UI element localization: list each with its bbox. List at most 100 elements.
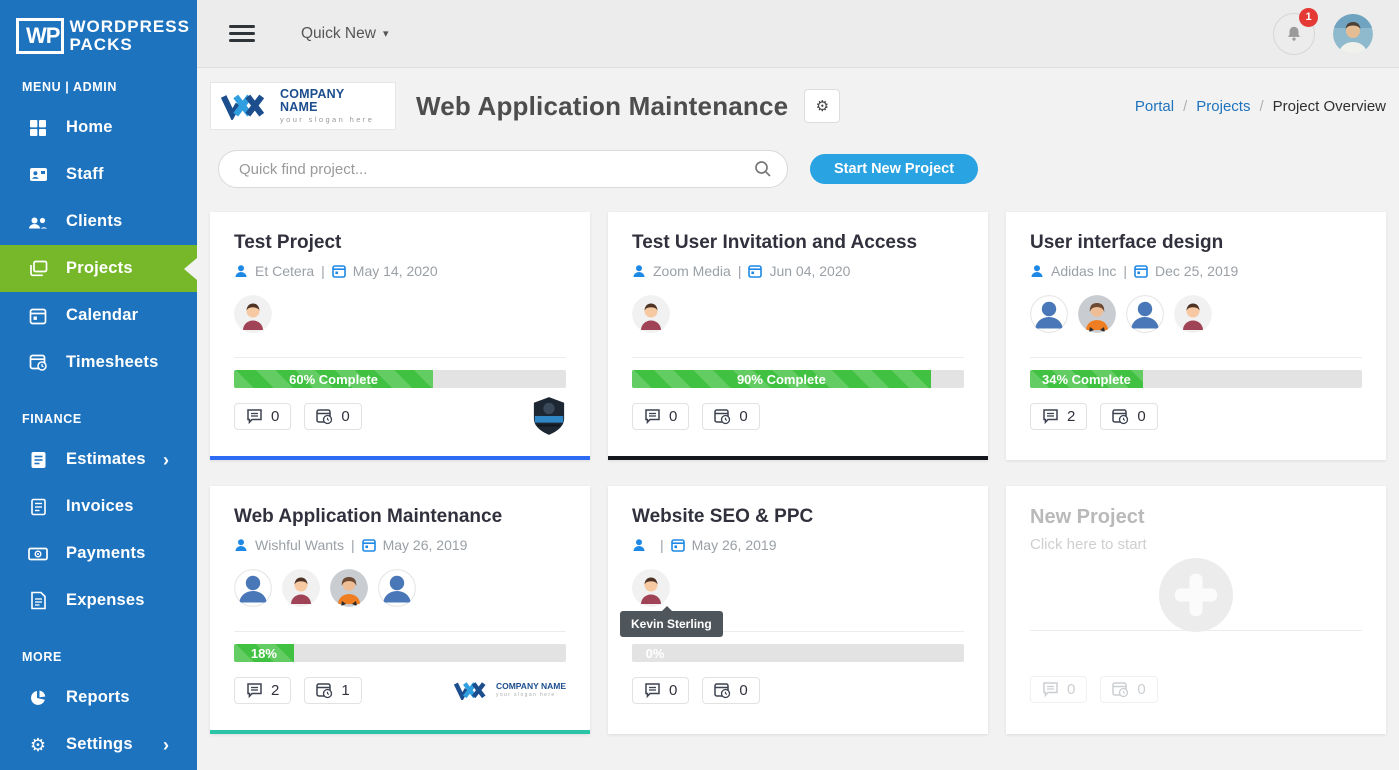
quick-new-dropdown[interactable]: Quick New ▾ [301,25,388,43]
home-icon [28,118,48,138]
avatar-generic[interactable] [1030,295,1068,333]
avatar-woman[interactable] [1078,295,1116,333]
avatar-boy[interactable] [1174,295,1212,333]
card-footer: 2 1 COMPANY NAME yo [234,674,566,706]
search-icon[interactable] [754,160,772,183]
project-settings-button[interactable]: ⚙ [804,89,840,123]
project-title[interactable]: Test Project [234,232,566,254]
client-name: Zoom Media [653,263,731,279]
comments-badge: 0 [1030,676,1087,703]
project-title[interactable]: User interface design [1030,232,1362,254]
progress-label: 0% [632,644,678,662]
breadcrumb-separator: / [1174,98,1196,115]
sidebar-item-label: Home [66,118,113,137]
date-icon [748,264,762,278]
comments-count: 2 [271,682,279,699]
sidebar-item-invoices[interactable]: Invoices [0,483,197,530]
sidebar-item-estimates[interactable]: Estimates › [0,436,197,483]
project-card[interactable]: Website SEO & PPC | May 26, 2019 Kevin S… [608,486,988,734]
comments-count: 0 [1067,681,1075,698]
progress-label: 18% [234,644,294,662]
projects-icon [28,259,48,279]
events-badge[interactable]: 0 [304,403,361,430]
user-avatar[interactable] [1333,14,1373,54]
breadcrumb-portal-link[interactable]: Portal [1135,98,1174,115]
avatar-boy[interactable] [282,569,320,607]
sidebar-item-staff[interactable]: Staff [0,151,197,198]
events-count: 0 [1137,408,1145,425]
assignee-avatars [234,569,566,607]
avatar-woman[interactable] [330,569,368,607]
project-title[interactable]: Web Application Maintenance [234,506,566,528]
comments-badge[interactable]: 0 [632,677,689,704]
avatar-generic[interactable] [1126,295,1164,333]
date-icon [332,264,346,278]
start-new-project-button[interactable]: Start New Project [810,154,978,184]
progress-bar: 0% [632,644,964,662]
shield-badge-icon [532,396,566,436]
due-date: May 26, 2019 [692,537,777,553]
assignee-avatars [632,295,964,333]
avatar-boy[interactable] [234,295,272,333]
events-badge[interactable]: 0 [702,403,759,430]
sidebar-item-home[interactable]: Home [0,104,197,151]
avatar-tooltip: Kevin Sterling [620,611,723,637]
comments-count: 0 [271,408,279,425]
avatar-generic[interactable] [378,569,416,607]
settings-gear-icon: ⚙ [28,735,48,755]
calendar-clock-icon [714,408,731,425]
avatar-generic[interactable] [234,569,272,607]
sidebar-item-reports[interactable]: Reports [0,674,197,721]
comments-badge[interactable]: 0 [234,403,291,430]
project-card[interactable]: User interface design Adidas Inc | Dec 2… [1006,212,1386,460]
sidebar-item-label: Staff [66,165,104,184]
project-title[interactable]: Website SEO & PPC [632,506,964,528]
due-date: Jun 04, 2020 [769,263,850,279]
notifications-button[interactable]: 1 [1273,13,1315,55]
project-title[interactable]: Test User Invitation and Access [632,232,964,254]
comments-badge[interactable]: 0 [632,403,689,430]
card-footer: 0 0 [632,674,964,706]
expenses-icon [28,591,48,611]
project-card[interactable]: Web Application Maintenance Wishful Want… [210,486,590,734]
gear-icon: ⚙ [816,97,829,115]
client-icon [1030,264,1044,278]
project-card[interactable]: Test User Invitation and Access Zoom Med… [608,212,988,460]
new-project-card[interactable]: New Project Click here to start 0 0 [1006,486,1386,734]
payments-icon [28,544,48,564]
comments-badge[interactable]: 2 [234,677,291,704]
card-footer: 0 0 [1030,673,1362,705]
sidebar-item-settings[interactable]: ⚙ Settings › [0,721,197,768]
new-project-subtitle: Click here to start [1030,536,1362,553]
sidebar-item-payments[interactable]: Payments [0,530,197,577]
sidebar-item-timesheets[interactable]: Timesheets [0,339,197,386]
menu-toggle-icon[interactable] [229,21,255,46]
sidebar-item-calendar[interactable]: Calendar [0,292,197,339]
sidebar-item-projects[interactable]: Projects [0,245,197,292]
events-badge[interactable]: 0 [702,677,759,704]
add-project-plus-icon[interactable] [1159,558,1233,632]
comment-icon [246,408,263,424]
comment-icon [1042,681,1059,697]
submenu-chevron-icon: › [163,736,169,754]
staff-icon [28,165,48,185]
progress-label: 90% Complete [632,370,931,388]
avatar-boy[interactable] [632,295,670,333]
breadcrumb-projects-link[interactable]: Projects [1196,98,1250,115]
avatar-boy[interactable] [632,569,670,607]
client-icon [234,538,248,552]
sidebar-item-clients[interactable]: Clients [0,198,197,245]
search-input[interactable] [218,150,788,188]
events-badge[interactable]: 0 [1100,403,1157,430]
progress-label: 34% Complete [1030,370,1143,388]
projects-toolbar: Start New Project [210,150,1386,188]
wp-logo-icon: WP [16,18,61,54]
project-card[interactable]: Test Project Et Cetera | May 14, 2020 60… [210,212,590,460]
comments-badge[interactable]: 2 [1030,403,1087,430]
app-logo[interactable]: WP WORDPRESS PACKS [0,0,197,54]
events-count: 0 [341,408,349,425]
sidebar: WP WORDPRESS PACKS MENU | ADMIN Home Sta… [0,0,197,770]
events-badge[interactable]: 1 [304,677,361,704]
menu-section-label: MENU | ADMIN [0,54,197,104]
sidebar-item-expenses[interactable]: Expenses [0,577,197,624]
